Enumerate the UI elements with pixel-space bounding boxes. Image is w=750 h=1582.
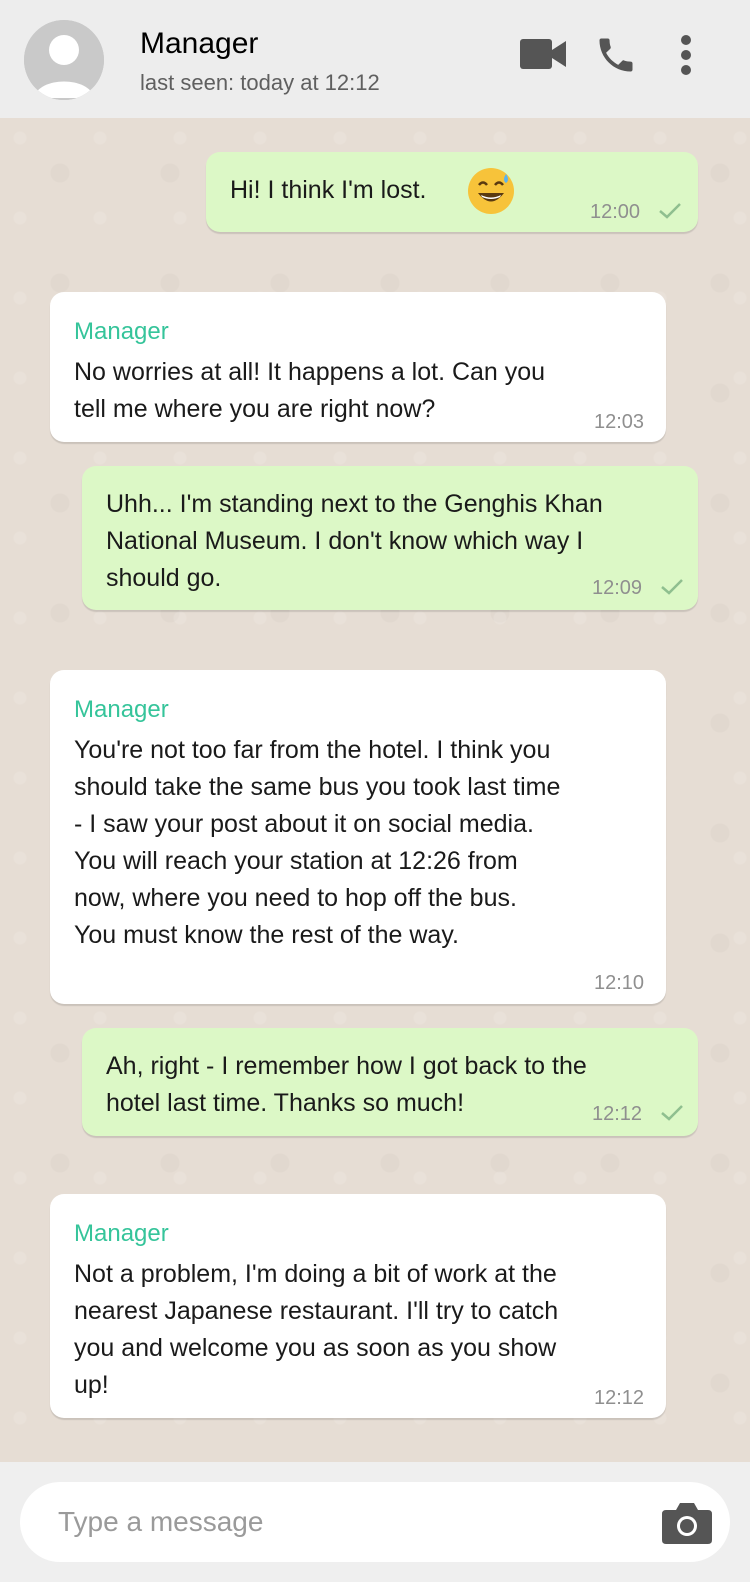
sent-check-icon: [659, 203, 681, 219]
message-time: 12:12: [594, 1387, 645, 1409]
voice-call-icon[interactable]: [594, 33, 638, 77]
contact-name[interactable]: Manager: [140, 27, 258, 61]
sweat-smile-emoji-icon: [468, 168, 514, 214]
incoming-message[interactable]: Manager Not a problem, I'm doing a bit o…: [50, 1194, 666, 1418]
message-input-container[interactable]: [20, 1482, 730, 1562]
message-text: No worries at all! It happens a lot. Can…: [74, 358, 546, 423]
message-time: 12:10: [594, 972, 645, 994]
contact-avatar[interactable]: [24, 20, 104, 100]
avatar-placeholder-icon: [24, 20, 104, 100]
outgoing-message[interactable]: Uhh... I'm standing next to the Genghis …: [82, 466, 698, 610]
message-text: Ah, right - I remember how I got back to…: [106, 1052, 587, 1117]
sent-check-icon: [661, 1105, 683, 1121]
message-time: 12:00: [590, 201, 641, 223]
incoming-message[interactable]: Manager No worries at all! It happens a …: [50, 292, 666, 442]
camera-icon[interactable]: [662, 1500, 712, 1544]
message-text: Uhh... I'm standing next to the Genghis …: [106, 490, 603, 592]
video-call-icon[interactable]: [520, 36, 568, 72]
outgoing-message[interactable]: Hi! I think I'm lost. 12:00: [206, 152, 698, 232]
sent-check-icon: [661, 579, 683, 595]
message-time: 12:12: [592, 1103, 643, 1125]
more-options-icon[interactable]: [674, 32, 698, 78]
sender-name: Manager: [74, 318, 169, 345]
message-time: 12:09: [592, 577, 643, 599]
sender-name: Manager: [74, 696, 169, 723]
chat-header: Manager last seen: today at 12:12: [0, 0, 750, 118]
chat-background[interactable]: Hi! I think I'm lost. 12:00 Manager No w…: [0, 118, 750, 1462]
incoming-message[interactable]: Manager You're not too far from the hote…: [50, 670, 666, 1004]
message-time: 12:03: [594, 411, 645, 433]
outgoing-message[interactable]: Ah, right - I remember how I got back to…: [82, 1028, 698, 1136]
message-text: Not a problem, I'm doing a bit of work a…: [74, 1260, 559, 1399]
message-input[interactable]: [58, 1500, 618, 1544]
sender-name: Manager: [74, 1220, 169, 1247]
message-composer: [0, 1462, 750, 1582]
message-text: You're not too far from the hotel. I thi…: [74, 736, 561, 949]
message-text: Hi! I think I'm lost.: [230, 176, 427, 204]
last-seen-status: last seen: today at 12:12: [140, 70, 380, 95]
